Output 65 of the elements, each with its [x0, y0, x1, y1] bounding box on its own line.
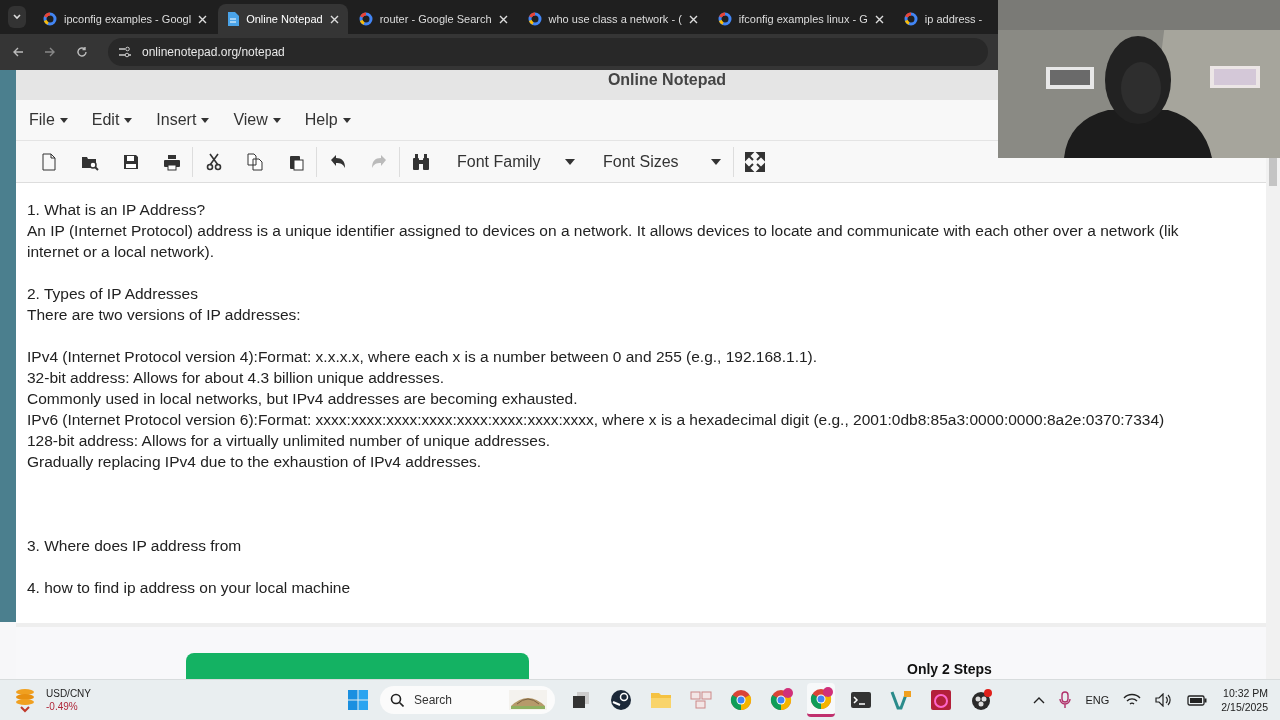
font-dropdown[interactable]: Font Family — [441, 152, 587, 171]
menu-item[interactable]: Edit — [91, 111, 133, 129]
caret-icon — [272, 117, 281, 123]
caret-icon — [565, 158, 575, 165]
close-icon[interactable] — [329, 14, 339, 24]
volume-icon[interactable] — [1155, 693, 1174, 707]
browser-tab[interactable]: Online Notepad — [218, 4, 348, 34]
battery-icon[interactable] — [1187, 694, 1208, 706]
close-icon[interactable] — [198, 14, 208, 24]
wifi-icon[interactable] — [1123, 693, 1142, 707]
text-line: IPv4 (Internet Protocol version 4):Format: x.x.x.x, where each x is a number between 0 and 255 (e.g., 192.168.1.1). — [27, 347, 819, 367]
text-line: 4. how to find ip address on your local machine — [27, 578, 352, 598]
text-line: 1. What is an IP Address? — [27, 200, 207, 220]
address-field[interactable]: onlinenotepad.org/notepad — [108, 38, 988, 66]
widget-change: -0.49% — [46, 700, 79, 713]
forward-icon[interactable] — [44, 46, 56, 58]
scrollbar-thumb[interactable] — [1269, 156, 1277, 186]
close-icon[interactable] — [498, 14, 508, 24]
menu-item[interactable]: Help — [304, 111, 351, 129]
page-title: Online Notepad — [607, 71, 727, 89]
browser-tab[interactable]: ip address - — [894, 4, 992, 34]
browser-tab[interactable]: router - Google Search — [349, 4, 517, 34]
tab-list-button[interactable] — [8, 6, 26, 28]
caret-icon — [201, 117, 210, 123]
back-icon[interactable] — [12, 46, 24, 58]
caret-icon — [59, 117, 68, 123]
browser-tab[interactable]: ifconfig examples linux - G — [708, 4, 893, 34]
widget-label[interactable]: USD/CNY — [46, 687, 91, 700]
clock-time[interactable]: 10:32 PM — [1223, 686, 1268, 700]
font-dropdown[interactable]: Font Sizes — [587, 152, 733, 171]
text-line: 2. Types of IP Addresses — [27, 284, 199, 304]
text-line: 3. Where does IP address from — [27, 536, 243, 556]
reload-icon[interactable] — [76, 46, 88, 58]
search-icon — [390, 693, 404, 707]
coins-icon — [14, 687, 36, 713]
text-line: 32-bit address: Allows for about 4.3 billion unique addresses. — [27, 368, 446, 388]
browser-tab[interactable]: ipconfig examples - Googl — [34, 4, 217, 34]
caret-icon — [12, 12, 22, 22]
menu-item[interactable]: File — [29, 111, 68, 129]
close-icon[interactable] — [688, 14, 698, 24]
chrome-icon[interactable] — [807, 683, 835, 717]
notepad-icon — [227, 12, 240, 26]
search-field[interactable]: Search — [380, 686, 555, 714]
ad-caption: Only 2 Steps — [907, 661, 992, 677]
text-line: Commonly used in local networks, but IPv4 addresses are becoming exhausted. — [27, 389, 579, 409]
site-info-icon[interactable] — [118, 46, 132, 58]
text-line: IPv6 (Internet Protocol version 6):Format: xxxx:xxxx:xxxx:xxxx:xxxx:xxxx:xxxx:xxxx, where x is a hexadecimal digit (e.g., 2001:0db8:85a3:0000:0000:8a2e:0370:7334) — [27, 410, 1166, 430]
text-editor[interactable] — [16, 183, 1266, 623]
microphone-icon[interactable] — [1059, 691, 1072, 709]
start-icon[interactable] — [348, 690, 368, 710]
caret-icon — [124, 117, 133, 123]
close-icon[interactable] — [874, 14, 884, 24]
caret-icon — [342, 117, 351, 123]
chevron-up-icon[interactable] — [1033, 696, 1046, 704]
clock-date[interactable]: 2/15/2025 — [1221, 700, 1268, 714]
text-line: Gradually replacing IPv4 due to the exhaustion of IPv4 addresses. — [27, 452, 483, 472]
menu-item[interactable]: Insert — [156, 111, 210, 129]
caret-icon — [711, 158, 721, 165]
text-line: internet or a local network). — [27, 242, 215, 262]
language-indicator[interactable]: ENG — [1085, 694, 1110, 706]
browser-tab[interactable]: who use class a network - ( — [518, 4, 707, 34]
text-line: There are two versions of IP addresses: — [27, 305, 302, 325]
text-line: An IP (Internet Protocol) address is a unique identifier assigned to devices on a network. It allows devices to locate and communicate with each other over a network (lik — [27, 221, 1180, 241]
text-line: 128-bit address: Allows for a virtually unlimited number of unique addresses. — [27, 431, 551, 451]
menu-item[interactable]: View — [233, 111, 281, 129]
